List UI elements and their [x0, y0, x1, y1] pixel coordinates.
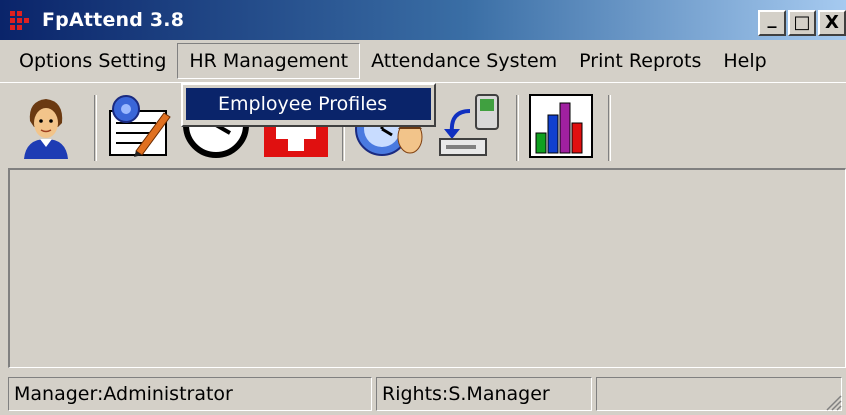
bar-chart-report-icon[interactable] [528, 93, 594, 163]
menu-attendance-system[interactable]: Attendance System [360, 44, 568, 78]
status-bar: Manager:Administrator Rights:S.Manager [0, 373, 846, 415]
app-logo-icon [10, 9, 38, 31]
toolbar-separator [608, 95, 611, 161]
maximize-button[interactable]: □ [788, 10, 816, 36]
minimize-icon: _ [767, 8, 777, 29]
menu-item-employee-profiles[interactable]: Employee Profiles [186, 88, 431, 120]
edit-document-icon[interactable] [106, 93, 172, 163]
toolbar-separator [516, 95, 519, 161]
maximize-icon: □ [793, 12, 811, 33]
mdi-workspace [8, 168, 846, 368]
minimize-button[interactable]: _ [758, 10, 786, 36]
menu-help[interactable]: Help [712, 44, 777, 78]
menu-options-setting[interactable]: Options Setting [8, 44, 177, 78]
status-rights: Rights:S.Manager [376, 377, 592, 411]
menu-hr-management[interactable]: HR Management [177, 43, 361, 79]
status-extra [596, 377, 842, 411]
menu-bar: Options Setting HR Management Attendance… [0, 40, 846, 82]
close-button[interactable]: X [818, 10, 846, 36]
resize-grip-icon[interactable] [824, 393, 842, 411]
window-title: FpAttend 3.8 [42, 9, 185, 31]
employee-person-icon[interactable] [18, 93, 74, 163]
close-icon: X [825, 12, 839, 33]
menu-print-reports[interactable]: Print Reprots [568, 44, 712, 78]
title-bar[interactable]: FpAttend 3.8 _ □ X [0, 0, 846, 40]
status-user: Manager:Administrator [8, 377, 372, 411]
hr-management-dropdown: Employee Profiles [181, 83, 436, 127]
device-download-icon[interactable] [434, 93, 504, 163]
toolbar-separator [94, 95, 97, 161]
